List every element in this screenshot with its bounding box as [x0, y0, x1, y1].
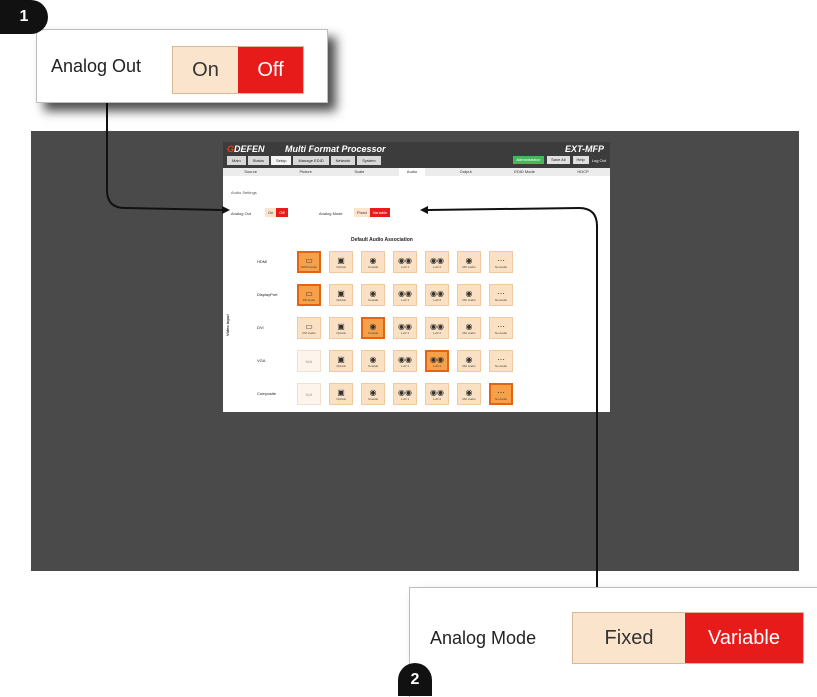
arrow-analog-out — [106, 101, 223, 211]
callout-analog-mode: Analog Mode Fixed Variable — [409, 587, 817, 697]
analog-mode-toggle-zoom: Fixed Variable — [572, 612, 804, 664]
callout-analog-out: Analog Out On Off — [36, 29, 328, 103]
analog-out-toggle-zoom: On Off — [172, 46, 304, 94]
arrow-head — [420, 206, 428, 214]
analog-mode-fixed-button[interactable]: Fixed — [573, 613, 685, 663]
step-badge-2: 2 — [398, 663, 432, 696]
analog-out-on-button[interactable]: On — [173, 47, 238, 93]
callout-analog-out-label: Analog Out — [51, 56, 142, 76]
analog-out-off-button[interactable]: Off — [238, 47, 303, 93]
step-badge-1: 1 — [0, 0, 48, 34]
callout-analog-mode-label: Analog Mode — [430, 628, 537, 648]
analog-mode-variable-button[interactable]: Variable — [685, 613, 803, 663]
arrow-analog-mode — [427, 206, 598, 587]
arrow-head — [222, 206, 230, 214]
